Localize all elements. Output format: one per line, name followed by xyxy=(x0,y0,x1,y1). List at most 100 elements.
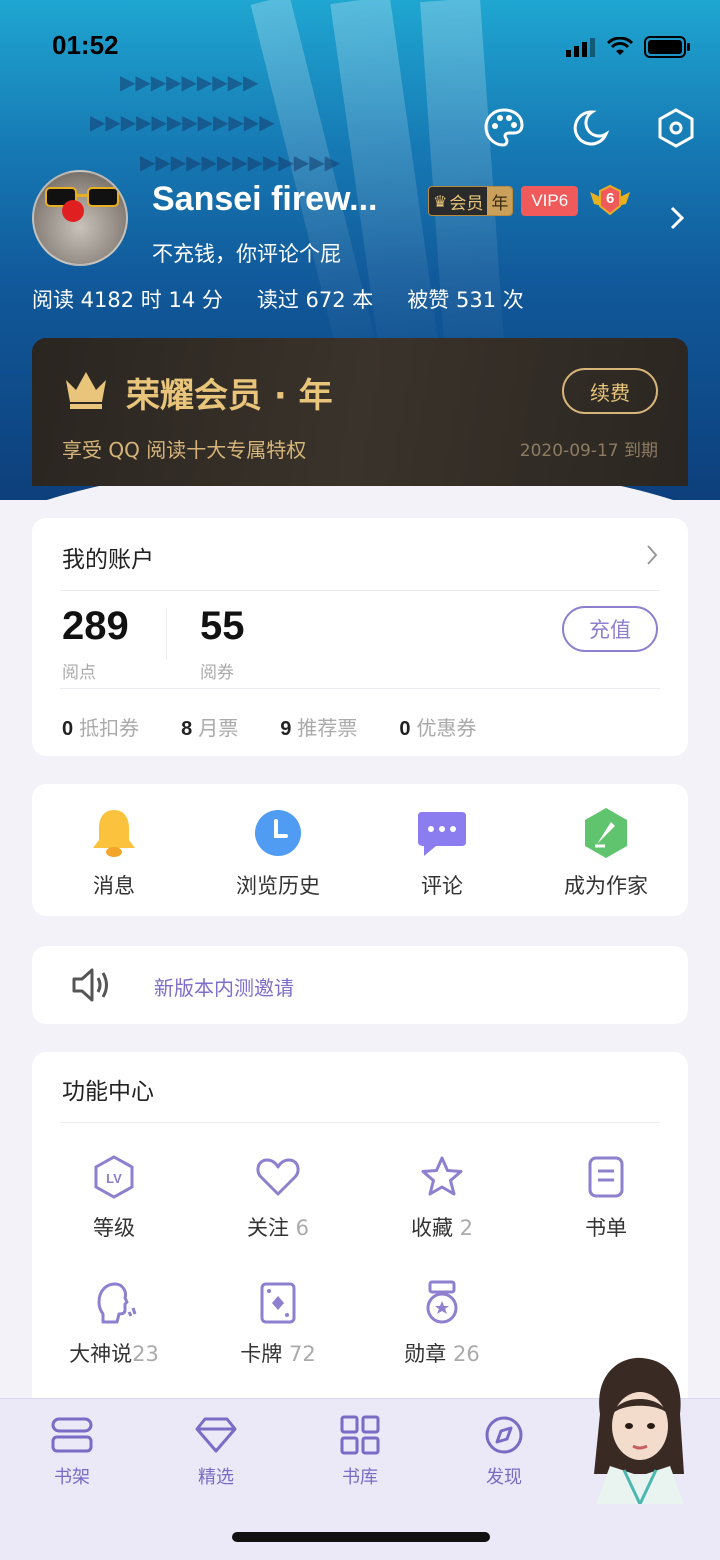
clock-icon xyxy=(255,810,301,856)
signal-icon xyxy=(566,38,595,57)
coupon-label: 月票 xyxy=(198,716,239,740)
star-icon xyxy=(421,1156,463,1196)
speaker-icon xyxy=(72,968,108,1002)
coupon-recommend-ticket[interactable]: 9 推荐票 xyxy=(280,712,357,741)
comments-button[interactable]: 评论 xyxy=(360,784,524,916)
reading-stats: 阅读 4182 时 14 分 读过 672 本 被赞 531 次 xyxy=(32,284,524,314)
divider xyxy=(60,1122,660,1123)
fish-decoration: ▶▶▶▶▶▶▶▶▶ xyxy=(120,70,259,94)
chevron-right-icon[interactable] xyxy=(646,544,658,566)
coupon-deduction[interactable]: 0 抵扣券 xyxy=(62,712,139,741)
tab-featured[interactable]: 精选 xyxy=(166,1415,266,1489)
function-name: 卡牌 xyxy=(240,1342,283,1366)
membership-card[interactable]: 荣耀会员 · 年 续费 享受 QQ 阅读十大专属特权 2020-09-17 到期 xyxy=(32,338,688,486)
function-cards[interactable]: 卡牌 72 xyxy=(196,1280,360,1368)
crown-icon xyxy=(66,372,106,409)
member-badge[interactable]: ♛ 会员 年 xyxy=(428,186,514,216)
function-follow[interactable]: 关注 6 xyxy=(196,1154,360,1242)
function-name: 收藏 xyxy=(410,1216,453,1240)
function-name: 勋章 xyxy=(404,1342,447,1366)
tab-label: 精选 xyxy=(198,1467,234,1488)
compass-icon xyxy=(485,1416,523,1454)
night-mode-icon[interactable] xyxy=(568,106,612,150)
tickets-value[interactable]: 55 xyxy=(200,604,245,649)
bookshelf-icon xyxy=(51,1417,93,1453)
function-label: 卡牌 72 xyxy=(240,1338,315,1368)
fish-decoration: ▶▶▶▶▶▶▶▶▶▶▶▶▶ xyxy=(140,150,340,174)
assistant-character[interactable] xyxy=(580,1354,696,1504)
likes-count: 被赞 531 次 xyxy=(407,288,524,312)
tab-library[interactable]: 书库 xyxy=(310,1415,410,1489)
divider xyxy=(60,590,660,591)
level-badge[interactable]: 6 xyxy=(586,184,634,218)
tab-discover[interactable]: 发现 xyxy=(454,1415,554,1489)
function-count: 72 xyxy=(288,1342,316,1366)
quick-action-label: 成为作家 xyxy=(564,874,648,898)
coupon-count: 8 xyxy=(181,718,193,740)
clown-nose-graphic xyxy=(62,200,84,222)
avatar[interactable] xyxy=(32,170,128,266)
user-motto: 不充钱，你评论个屁 xyxy=(152,242,341,266)
divider xyxy=(166,608,167,660)
topup-button[interactable]: 充值 xyxy=(562,606,658,652)
card-icon xyxy=(260,1282,296,1324)
function-name: 大神说 xyxy=(69,1342,133,1366)
tickets-unit: 阅券 xyxy=(200,663,234,683)
account-title[interactable]: 我的账户 xyxy=(62,540,154,574)
function-name: 书单 xyxy=(585,1216,627,1240)
messages-button[interactable]: 消息 xyxy=(32,784,196,916)
coupon-count: 0 xyxy=(62,718,74,740)
chat-icon xyxy=(418,812,466,856)
palette-icon[interactable] xyxy=(482,106,526,150)
books-read: 读过 672 本 xyxy=(256,288,374,312)
vip-badge[interactable]: VIP6 xyxy=(521,186,579,216)
function-booklist[interactable]: 书单 xyxy=(524,1154,688,1242)
function-center-title: 功能中心 xyxy=(62,1079,154,1105)
header-actions xyxy=(482,106,698,150)
coupon-monthly-ticket[interactable]: 8 月票 xyxy=(181,712,238,741)
quick-action-label: 浏览历史 xyxy=(236,874,320,898)
function-label: 大神说23 xyxy=(69,1338,159,1368)
settings-icon[interactable] xyxy=(654,106,698,150)
home-indicator[interactable] xyxy=(232,1532,490,1542)
notice-banner[interactable]: 新版本内测邀请 xyxy=(32,946,688,1024)
quick-action-label: 评论 xyxy=(421,874,463,898)
level-icon: LV xyxy=(94,1155,134,1199)
function-count: 23 xyxy=(132,1342,159,1366)
function-label: 等级 xyxy=(93,1212,135,1242)
username[interactable]: Sansei firew... xyxy=(152,180,378,219)
notice-text[interactable]: 新版本内测邀请 xyxy=(154,972,294,1001)
function-master-talk[interactable]: 大神说23 xyxy=(32,1280,196,1368)
status-bar: 01:52 xyxy=(0,28,720,64)
function-level[interactable]: LV 等级 xyxy=(32,1154,196,1242)
level-badge-number: 6 xyxy=(606,190,615,207)
function-medals[interactable]: 勋章 26 xyxy=(360,1280,524,1368)
divider xyxy=(60,688,660,689)
become-writer-button[interactable]: 成为作家 xyxy=(524,784,688,916)
tab-label: 发现 xyxy=(486,1467,522,1488)
history-button[interactable]: 浏览历史 xyxy=(196,784,360,916)
function-label: 关注 6 xyxy=(247,1212,309,1242)
function-label: 收藏 2 xyxy=(411,1212,473,1242)
coupon-count: 0 xyxy=(399,718,411,740)
function-collection[interactable]: 收藏 2 xyxy=(360,1154,524,1242)
quick-actions: 消息 浏览历史 评论 成为作家 xyxy=(32,784,688,916)
coupon-discount[interactable]: 0 优惠券 xyxy=(399,712,476,741)
profile-chevron-right-icon[interactable] xyxy=(670,206,684,230)
battery-icon xyxy=(644,36,690,58)
fish-decoration: ▶▶▶▶▶▶▶▶▶▶▶▶ xyxy=(90,110,275,134)
tab-label: 书库 xyxy=(342,1467,378,1488)
coupon-label: 推荐票 xyxy=(297,716,358,740)
function-grid: LV 等级 关注 6 收藏 2 书单 大神说23 卡牌 72 勋章 26 xyxy=(32,1154,688,1368)
talk-icon xyxy=(97,1282,137,1324)
wifi-icon xyxy=(606,37,634,55)
points-value[interactable]: 289 xyxy=(62,604,129,649)
tab-bookshelf[interactable]: 书架 xyxy=(22,1415,122,1489)
renew-button[interactable]: 续费 xyxy=(562,368,658,414)
function-name: 关注 xyxy=(246,1216,289,1240)
diamond-icon xyxy=(195,1417,237,1453)
quick-action-label: 消息 xyxy=(93,874,135,898)
points-unit: 阅点 xyxy=(62,663,96,683)
coupon-count: 9 xyxy=(280,718,292,740)
account-card: 我的账户 289 阅点 55 阅券 充值 0 抵扣券 8 月票 9 推荐票 0 优惠券 xyxy=(32,518,688,756)
